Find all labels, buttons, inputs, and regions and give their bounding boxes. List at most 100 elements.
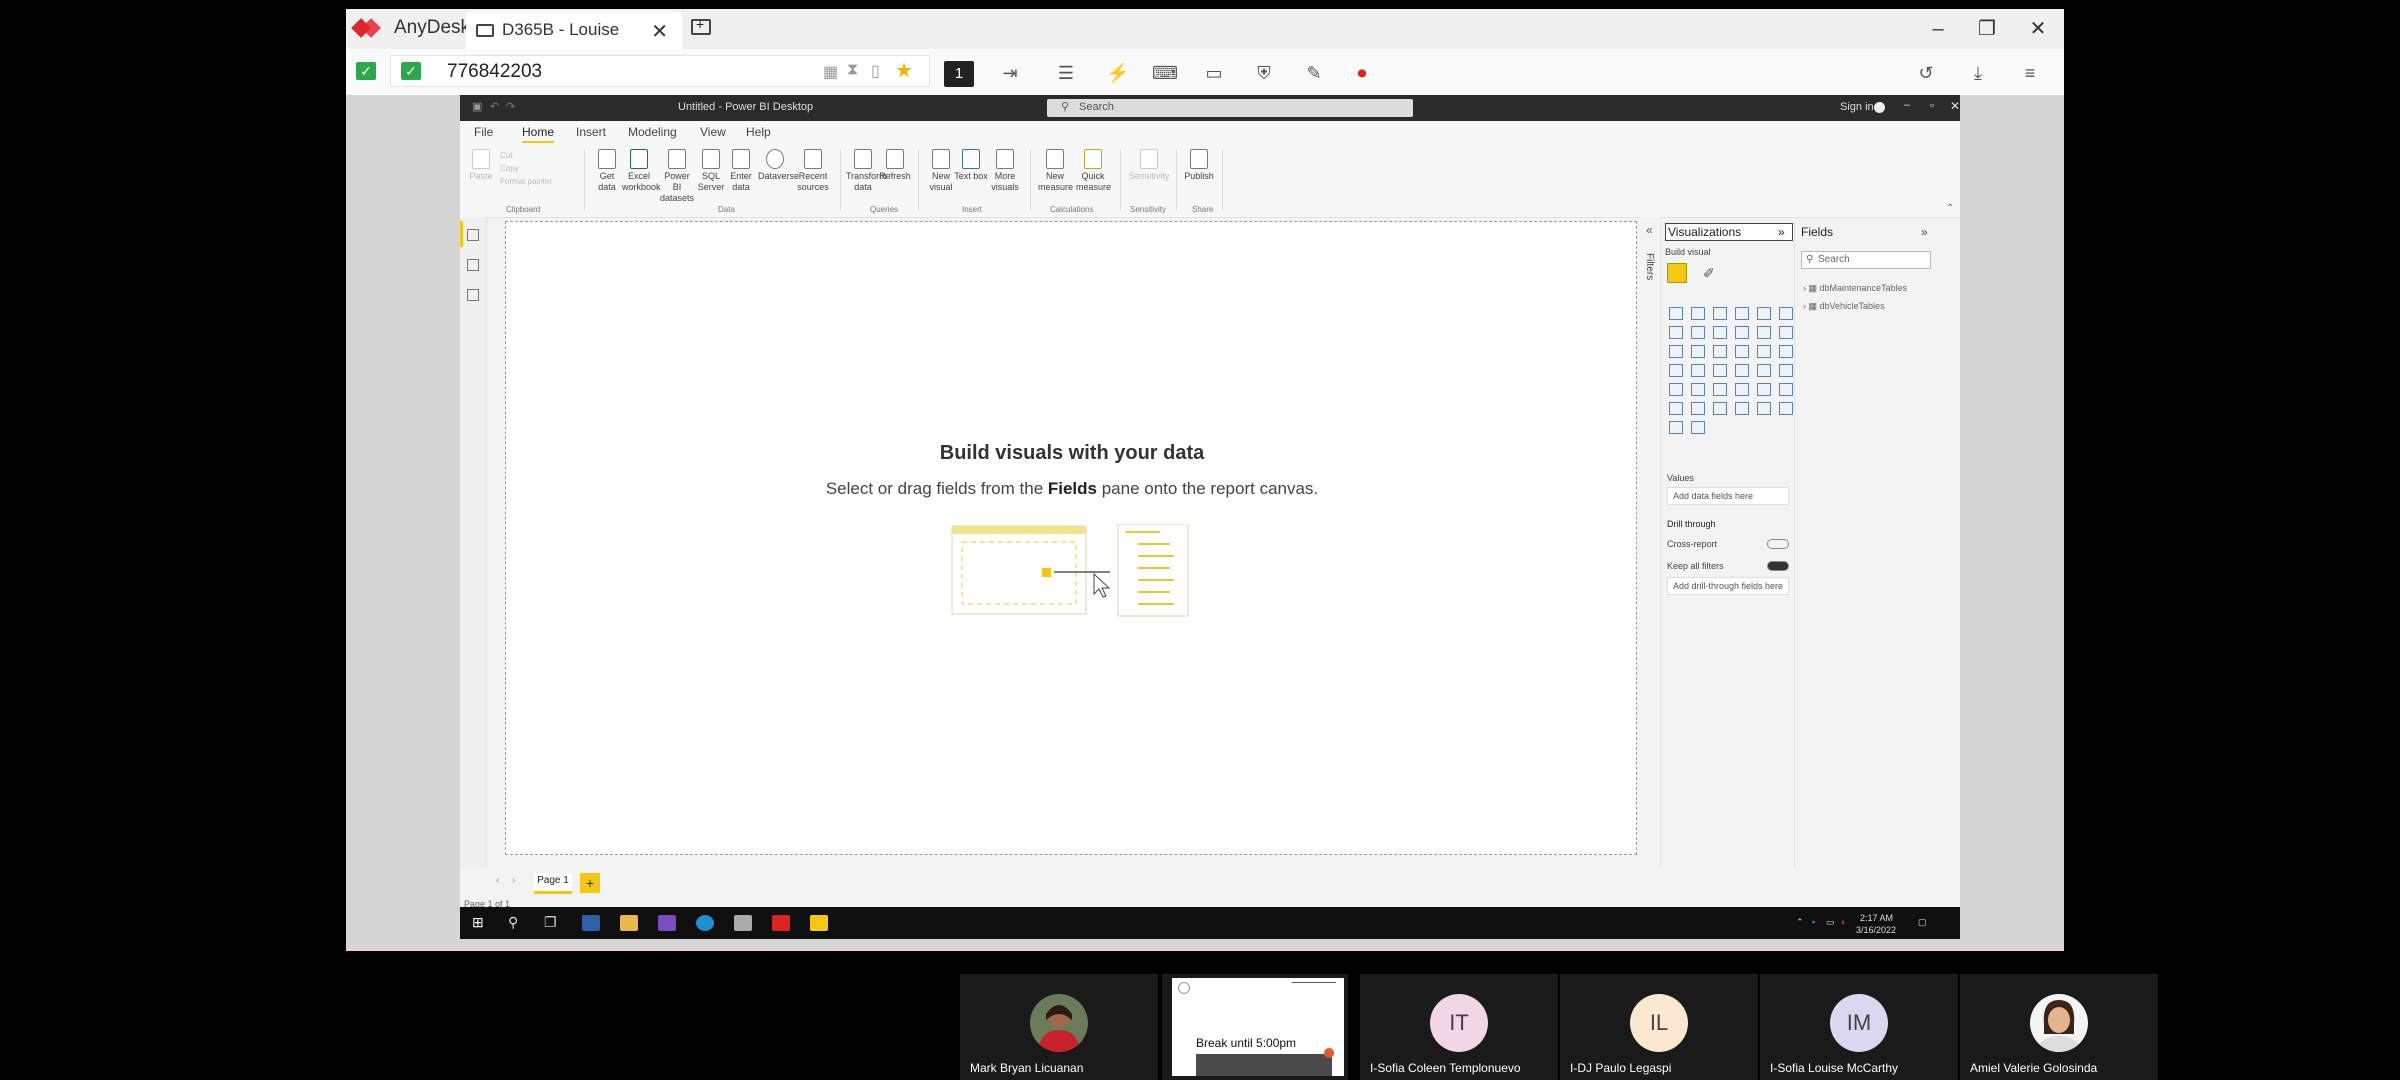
waterfall-chart-icon[interactable]: [1669, 345, 1683, 358]
clustered-bar-chart-icon[interactable]: [1713, 307, 1727, 320]
pie-chart-icon[interactable]: [1735, 345, 1749, 358]
power-bi-datasets-button[interactable]: Power BI datasets: [660, 149, 694, 204]
clustered-column-chart-icon[interactable]: [1735, 307, 1749, 320]
gauge-icon[interactable]: [1713, 364, 1727, 377]
visual-studio-icon[interactable]: [658, 915, 676, 931]
paste-button[interactable]: Paste: [464, 149, 498, 182]
stacked-area-chart-icon[interactable]: [1713, 326, 1727, 339]
more-visuals-ellipsis-icon[interactable]: [1691, 421, 1705, 434]
paginated-report-icon[interactable]: [1735, 402, 1749, 415]
report-canvas[interactable]: Build visuals with your data Select or d…: [505, 221, 1637, 855]
minimize-button[interactable]: –: [1918, 15, 1958, 43]
funnel-chart-icon[interactable]: [1691, 345, 1705, 358]
task-view-icon[interactable]: ❐: [544, 914, 557, 931]
file-explorer-icon[interactable]: [620, 915, 638, 931]
python-visual-icon[interactable]: [1757, 383, 1771, 396]
participant-tile[interactable]: IT I-Sofia Coleen Templonuevo: [1360, 974, 1558, 1080]
copy-button[interactable]: Copy: [500, 162, 552, 175]
collapse-fields-icon[interactable]: »: [1921, 225, 1928, 239]
notifications-icon[interactable]: ▢: [1918, 917, 1927, 928]
account-icon[interactable]: [1874, 102, 1885, 113]
field-table-item[interactable]: › ▦ dbMaintenanceTables: [1803, 283, 1907, 294]
close-button[interactable]: ✕: [2018, 15, 2058, 43]
tray-overflow-icon[interactable]: ⌃: [1796, 917, 1804, 928]
multi-row-card-icon[interactable]: [1757, 364, 1771, 377]
more-visuals-button[interactable]: More visuals: [988, 149, 1022, 193]
record-icon[interactable]: ⏺: [1350, 63, 1374, 83]
taskbar-search-icon[interactable]: ⚲: [508, 914, 518, 931]
tab-home[interactable]: Home: [522, 125, 555, 143]
tab-help[interactable]: Help: [746, 125, 771, 139]
line-and-clustered-column-chart-icon[interactable]: [1757, 326, 1771, 339]
new-visual-button[interactable]: New visual: [924, 149, 958, 193]
address-bar[interactable]: ✓ 776842203 ▦ ⧗ ▯ ★: [390, 55, 930, 87]
redo-icon[interactable]: ↷: [506, 100, 515, 113]
menu-icon[interactable]: ≡: [2018, 63, 2042, 83]
power-automate-icon[interactable]: [1779, 402, 1793, 415]
undo-icon[interactable]: ↶: [490, 100, 499, 113]
whiteboard-pen-icon[interactable]: ✎: [1302, 63, 1326, 83]
dataverse-button[interactable]: Dataverse: [758, 149, 799, 182]
100-stacked-column-chart-icon[interactable]: [1779, 307, 1793, 320]
sign-in-link[interactable]: Sign in: [1840, 101, 1874, 113]
smart-narrative-icon[interactable]: [1713, 402, 1727, 415]
get-data-button[interactable]: Get data: [590, 149, 624, 193]
recorder-icon[interactable]: [772, 915, 790, 931]
visualizations-header[interactable]: Visualizations »: [1665, 223, 1793, 241]
switch-sides-icon[interactable]: ⇥: [998, 63, 1022, 83]
report-view-icon[interactable]: [467, 229, 479, 241]
filters-pane-collapsed[interactable]: « Filters: [1640, 217, 1660, 857]
quick-measure-button[interactable]: Quick measure: [1076, 149, 1111, 193]
session-tab[interactable]: D365B - Louise ✕: [466, 11, 682, 49]
100-stacked-bar-chart-icon[interactable]: [1757, 307, 1771, 320]
map-icon[interactable]: [1669, 364, 1683, 377]
transform-data-button[interactable]: Transform data: [846, 149, 887, 193]
enter-data-button[interactable]: Enter data: [724, 149, 758, 193]
chat-icon[interactable]: ☰: [1054, 63, 1078, 83]
line-and-column-chart-icon[interactable]: [1735, 326, 1749, 339]
download-icon[interactable]: ⤓: [1966, 63, 1990, 83]
sensitivity-button[interactable]: Sensitivity: [1126, 149, 1172, 182]
new-measure-button[interactable]: New measure: [1038, 149, 1073, 193]
tray-app-icon[interactable]: ▪: [1812, 917, 1815, 927]
stacked-bar-chart-icon[interactable]: [1669, 307, 1683, 320]
model-view-icon[interactable]: [467, 289, 479, 301]
matrix-icon[interactable]: [1713, 383, 1727, 396]
treemap-icon[interactable]: [1779, 345, 1793, 358]
privacy-icon[interactable]: ▦: [823, 62, 838, 82]
edge-browser-icon[interactable]: [696, 915, 714, 931]
save-icon[interactable]: ▣: [472, 100, 482, 113]
keep-all-filters-toggle[interactable]: [1767, 561, 1789, 571]
pbi-restore-button[interactable]: ▫: [1930, 100, 1934, 112]
build-visual-tab-icon[interactable]: [1667, 263, 1687, 283]
arcgis-map-icon[interactable]: [1669, 421, 1683, 434]
r-visual-icon[interactable]: [1735, 383, 1749, 396]
tab-file[interactable]: File: [474, 125, 493, 139]
power-bi-taskbar-icon[interactable]: [810, 915, 828, 931]
tab-insert[interactable]: Insert: [576, 125, 606, 139]
format-painter-button[interactable]: Format painter: [500, 175, 552, 188]
powerbi-search-box[interactable]: ⚲ Search: [1047, 99, 1413, 117]
values-drop-zone[interactable]: Add data fields here: [1667, 487, 1789, 505]
decomposition-tree-icon[interactable]: [1669, 402, 1683, 415]
stacked-column-chart-icon[interactable]: [1691, 307, 1705, 320]
kpi-icon[interactable]: [1779, 364, 1793, 377]
scatter-chart-icon[interactable]: [1713, 345, 1727, 358]
remote-desktop-view[interactable]: ▣ ↶ ↷ Untitled - Power BI Desktop ⚲ Sear…: [346, 95, 2064, 949]
history-icon[interactable]: ↺: [1914, 63, 1938, 83]
next-page-icon[interactable]: ›: [512, 875, 515, 886]
keyboard-icon[interactable]: ⌨: [1152, 63, 1178, 83]
participant-tile[interactable]: IL I-DJ Paulo Legaspi: [1560, 974, 1758, 1080]
pbi-close-button[interactable]: ✕: [1950, 99, 1960, 113]
pbi-minimize-button[interactable]: –: [1904, 99, 1910, 111]
data-view-icon[interactable]: [467, 259, 479, 271]
tab-modeling[interactable]: Modeling: [628, 125, 677, 139]
key-influencers-icon[interactable]: [1779, 383, 1793, 396]
publish-button[interactable]: Publish: [1182, 149, 1216, 182]
close-tab-icon[interactable]: ✕: [651, 19, 668, 44]
collapse-visualizations-icon[interactable]: »: [1778, 225, 1785, 239]
volume-icon[interactable]: ◖: [1840, 917, 1845, 927]
new-tab-icon[interactable]: [691, 16, 711, 35]
collapse-ribbon-icon[interactable]: ⌃: [1946, 203, 1954, 214]
field-table-item[interactable]: › ▦ dbVehicleTables: [1803, 301, 1885, 312]
